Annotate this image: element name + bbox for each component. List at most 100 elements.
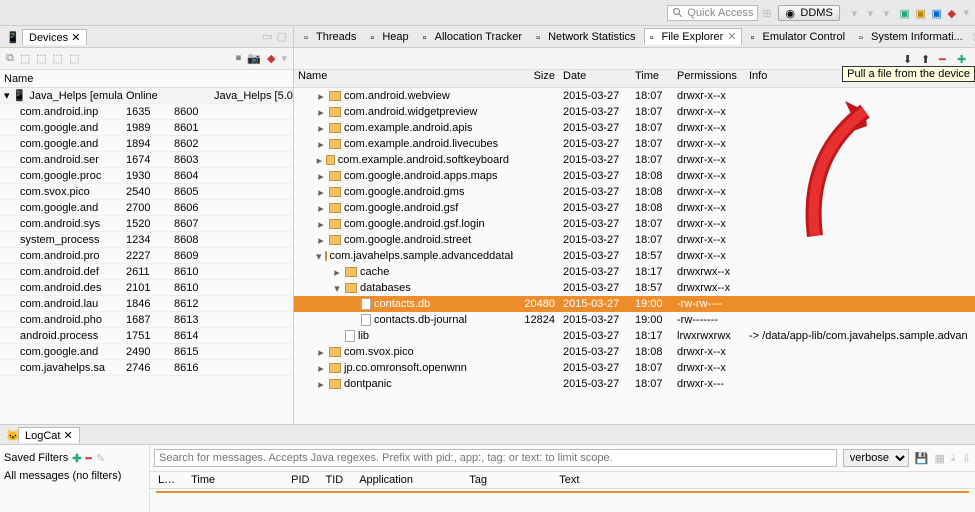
file-explorer-body[interactable]: ▸com.android.webview2015-03-2718:07drwxr… xyxy=(294,88,975,424)
expand-icon[interactable]: ▸ xyxy=(316,378,326,391)
expand-icon[interactable]: ▸ xyxy=(316,202,326,215)
edit-filter-icon[interactable]: ✎ xyxy=(96,452,105,465)
col-name[interactable]: Name xyxy=(294,70,513,87)
file-row[interactable]: ▸com.example.android.apis2015-03-2718:07… xyxy=(294,120,975,136)
file-row[interactable]: ▸com.google.android.apps.maps2015-03-271… xyxy=(294,168,975,184)
cause-gc-icon[interactable]: ⬚ xyxy=(53,52,63,65)
tab-threads[interactable]: ▫Threads xyxy=(298,29,362,45)
toolbar-chevron[interactable]: ▾ xyxy=(963,6,969,19)
toolbar-icon-3[interactable]: ▾ xyxy=(883,7,895,19)
expand-icon[interactable]: ▸ xyxy=(316,154,323,167)
devices-tab[interactable]: Devices ✕ xyxy=(22,29,87,45)
delete-icon[interactable]: ━ xyxy=(939,53,951,65)
process-row[interactable]: system_process12348608 xyxy=(0,232,293,248)
toolbar-icon-6[interactable]: ▣ xyxy=(931,7,943,19)
minimize-icon[interactable]: ▭ xyxy=(262,30,272,43)
new-folder-icon[interactable]: ✚ xyxy=(957,53,969,65)
toolbar-run-icon[interactable]: ▣ xyxy=(899,7,911,19)
process-row[interactable]: com.google.and24908615 xyxy=(0,344,293,360)
col-tid[interactable]: TID xyxy=(317,474,351,486)
col-text[interactable]: Text xyxy=(551,474,587,486)
file-row[interactable]: ▸com.google.android.gsf.login2015-03-271… xyxy=(294,216,975,232)
process-row[interactable]: com.android.def26118610 xyxy=(0,264,293,280)
file-row[interactable]: ▸cache2015-03-2718:17drwxrwx--x xyxy=(294,264,975,280)
close-icon[interactable]: ✕ xyxy=(64,430,73,442)
process-row[interactable]: com.android.pho16878613 xyxy=(0,312,293,328)
file-row[interactable]: ▸com.google.android.gms2015-03-2718:08dr… xyxy=(294,184,975,200)
logcat-level-select[interactable]: verbose xyxy=(843,449,909,467)
stop-process-icon[interactable]: ⏹ xyxy=(236,52,242,65)
remove-filter-icon[interactable]: ━ xyxy=(85,452,92,465)
file-row[interactable]: ▸com.example.android.livecubes2015-03-27… xyxy=(294,136,975,152)
process-row[interactable]: com.android.lau18468612 xyxy=(0,296,293,312)
expand-icon[interactable]: ▸ xyxy=(316,234,326,247)
file-row[interactable]: ▸com.google.android.gsf2015-03-2718:08dr… xyxy=(294,200,975,216)
file-row[interactable]: lib2015-03-2718:17lrwxrwxrwx-> /data/app… xyxy=(294,328,975,344)
update-heap-icon[interactable]: ⬚ xyxy=(20,52,30,65)
file-row[interactable]: ▸dontpanic2015-03-2718:07drwxr-x--- xyxy=(294,376,975,392)
name-column-header[interactable]: Name xyxy=(4,73,33,85)
file-row[interactable]: ▸com.svox.pico2015-03-2718:08drwxr-x--x xyxy=(294,344,975,360)
logcat-tab[interactable]: LogCat ✕ xyxy=(18,427,80,443)
file-row[interactable]: ▾com.javahelps.sample.advanceddatabase20… xyxy=(294,248,975,264)
col-date[interactable]: Date xyxy=(559,70,631,87)
dump-icon[interactable]: ⬚ xyxy=(36,52,46,65)
expand-icon[interactable]: ▾ xyxy=(316,250,322,263)
process-row[interactable]: com.google.proc19308604 xyxy=(0,168,293,184)
col-level[interactable]: L… xyxy=(150,474,183,486)
col-permissions[interactable]: Permissions xyxy=(673,70,745,87)
expand-icon[interactable]: ▸ xyxy=(316,362,326,375)
logcat-search-input[interactable] xyxy=(154,449,837,467)
scroll-lock-icon[interactable]: ⤓ xyxy=(951,452,956,465)
add-filter-icon[interactable]: ✚ xyxy=(72,452,81,465)
tab-system-informati-[interactable]: ▫System Informati... xyxy=(853,29,969,45)
screenshot-icon[interactable]: 📷 xyxy=(247,52,261,65)
process-row[interactable]: com.android.pro22278609 xyxy=(0,248,293,264)
device-row[interactable]: ▾ 📱 Java_Helps [emula Online Java_Helps … xyxy=(0,88,293,104)
file-row[interactable]: ▸com.example.android.softkeyboard2015-03… xyxy=(294,152,975,168)
file-row[interactable]: ▸jp.co.omronsoft.openwnn2015-03-2718:07d… xyxy=(294,360,975,376)
file-row[interactable]: ▸com.android.webview2015-03-2718:07drwxr… xyxy=(294,88,975,104)
maximize-icon[interactable]: ▢ xyxy=(277,30,287,43)
file-row[interactable]: ▸com.google.android.street2015-03-2718:0… xyxy=(294,232,975,248)
process-row[interactable]: com.google.and19898601 xyxy=(0,120,293,136)
menu-chevron-icon[interactable]: ▾ xyxy=(281,52,287,65)
update-threads-icon[interactable]: ⬚ xyxy=(69,52,79,65)
tab-network-statistics[interactable]: ▫Network Statistics xyxy=(530,29,641,45)
toolbar-debug-icon[interactable]: ▣ xyxy=(915,7,927,19)
col-application[interactable]: Application xyxy=(351,474,461,486)
toolbar-icon-2[interactable]: ▾ xyxy=(867,7,879,19)
tab-heap[interactable]: ▫Heap xyxy=(364,29,414,45)
close-icon[interactable]: ✕ xyxy=(71,32,80,44)
expand-icon[interactable]: ▸ xyxy=(316,346,326,359)
file-row[interactable]: ▸com.android.widgetpreview2015-03-2718:0… xyxy=(294,104,975,120)
toolbar-stop-icon[interactable]: ◆ xyxy=(947,7,959,19)
process-row[interactable]: com.google.and27008606 xyxy=(0,200,293,216)
pull-file-icon[interactable]: ⬇ xyxy=(903,53,915,65)
expand-icon[interactable]: ▸ xyxy=(332,266,342,279)
expand-icon[interactable]: ▸ xyxy=(316,218,326,231)
col-time[interactable]: Time xyxy=(183,474,283,486)
close-icon[interactable]: ✕ xyxy=(727,30,736,43)
process-row[interactable]: com.android.sys15208607 xyxy=(0,216,293,232)
process-row[interactable]: com.android.des21018610 xyxy=(0,280,293,296)
file-row[interactable]: ▾databases2015-03-2718:57drwxrwx--x xyxy=(294,280,975,296)
expand-icon[interactable]: ▸ xyxy=(316,90,326,103)
process-row[interactable]: com.android.inp16358600 xyxy=(0,104,293,120)
file-row[interactable]: contacts.db204802015-03-2719:00-rw-rw---… xyxy=(294,296,975,312)
filter-all-messages[interactable]: All messages (no filters) xyxy=(4,467,145,485)
open-perspective-icon[interactable]: ⊞ xyxy=(762,7,774,19)
tab-allocation-tracker[interactable]: ▫Allocation Tracker xyxy=(417,29,528,45)
reset-adb-icon[interactable]: ◆ xyxy=(267,52,275,65)
devices-table[interactable]: ▾ 📱 Java_Helps [emula Online Java_Helps … xyxy=(0,88,293,424)
push-file-icon[interactable]: ⬆ xyxy=(921,53,933,65)
col-size[interactable]: Size xyxy=(513,70,559,87)
tab-emulator-control[interactable]: ▫Emulator Control xyxy=(744,29,851,45)
expand-icon[interactable]: ▸ xyxy=(316,106,326,119)
expand-icon[interactable]: ▸ xyxy=(316,170,326,183)
save-log-icon[interactable]: 💾 xyxy=(915,452,929,465)
clear-log-icon[interactable]: ▦ xyxy=(935,452,945,465)
expand-icon[interactable]: ▸ xyxy=(316,186,326,199)
expand-icon[interactable]: ▸ xyxy=(316,138,326,151)
expand-icon[interactable]: ▸ xyxy=(316,122,326,135)
